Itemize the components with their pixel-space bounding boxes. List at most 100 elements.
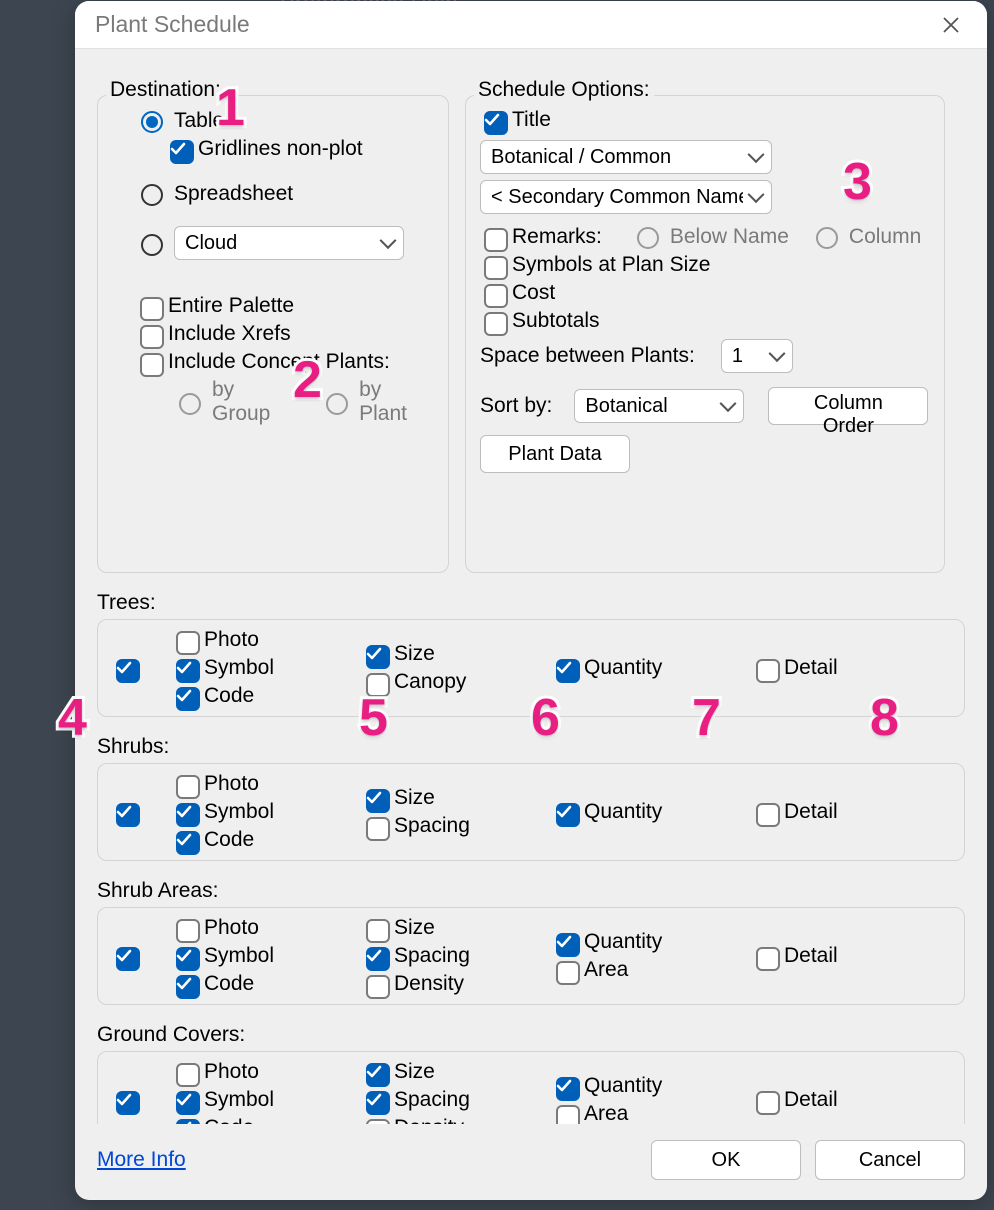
plant-data-button[interactable]: Plant Data: [480, 435, 630, 473]
trees-photo-label[interactable]: Photo: [204, 628, 259, 652]
trees-size-label[interactable]: Size: [394, 642, 435, 666]
shrubareas-detail-checkbox[interactable]: [756, 947, 780, 971]
gc-code-label[interactable]: Code: [204, 1116, 254, 1124]
gc-density-checkbox[interactable]: [366, 1119, 390, 1124]
cost-label[interactable]: Cost: [512, 281, 555, 305]
trees-quantity-label[interactable]: Quantity: [584, 656, 662, 680]
destination-spreadsheet-label[interactable]: Spreadsheet: [174, 182, 293, 206]
entire-palette-label[interactable]: Entire Palette: [168, 294, 294, 318]
trees-code-checkbox[interactable]: [176, 687, 200, 711]
shrubareas-code-label[interactable]: Code: [204, 972, 254, 996]
gc-density-label[interactable]: Density: [394, 1116, 464, 1124]
trees-enable-checkbox[interactable]: [116, 659, 140, 683]
gc-photo-checkbox[interactable]: [176, 1063, 200, 1087]
shrubareas-size-checkbox[interactable]: [366, 919, 390, 943]
gc-symbol-checkbox[interactable]: [176, 1091, 200, 1115]
cancel-button[interactable]: Cancel: [815, 1140, 965, 1180]
gc-quantity-label[interactable]: Quantity: [584, 1074, 662, 1098]
trees-detail-label[interactable]: Detail: [784, 656, 838, 680]
shrubareas-symbol-checkbox[interactable]: [176, 947, 200, 971]
shrubs-photo-label[interactable]: Photo: [204, 772, 259, 796]
trees-size-checkbox[interactable]: [366, 645, 390, 669]
title-checkbox[interactable]: [484, 111, 508, 135]
cost-checkbox[interactable]: [484, 284, 508, 308]
secondary-name-select[interactable]: < Secondary Common Name: [480, 180, 772, 214]
gc-area-checkbox[interactable]: [556, 1105, 580, 1124]
gc-quantity-checkbox[interactable]: [556, 1077, 580, 1101]
symbols-plan-label[interactable]: Symbols at Plan Size: [512, 253, 710, 277]
shrubs-code-label[interactable]: Code: [204, 828, 254, 852]
subtotals-checkbox[interactable]: [484, 312, 508, 336]
gc-code-checkbox[interactable]: [176, 1119, 200, 1124]
shrubareas-enable-checkbox[interactable]: [116, 947, 140, 971]
sort-by-select[interactable]: Botanical: [574, 389, 744, 423]
gc-photo-label[interactable]: Photo: [204, 1060, 259, 1084]
trees-quantity-checkbox[interactable]: [556, 659, 580, 683]
shrubs-size-checkbox[interactable]: [366, 789, 390, 813]
gridlines-label[interactable]: Gridlines non-plot: [198, 137, 363, 161]
shrubareas-code-checkbox[interactable]: [176, 975, 200, 999]
shrubareas-area-checkbox[interactable]: [556, 961, 580, 985]
shrubareas-size-label[interactable]: Size: [394, 916, 435, 940]
title-label[interactable]: Title: [512, 108, 551, 132]
trees-code-label[interactable]: Code: [204, 684, 254, 708]
shrubs-quantity-checkbox[interactable]: [556, 803, 580, 827]
shrubs-symbol-label[interactable]: Symbol: [204, 800, 274, 824]
gc-detail-label[interactable]: Detail: [784, 1088, 838, 1112]
remarks-checkbox[interactable]: [484, 228, 508, 252]
shrubareas-photo-label[interactable]: Photo: [204, 916, 259, 940]
remarks-label[interactable]: Remarks:: [512, 225, 602, 249]
include-concept-label[interactable]: Include Concept Plants:: [168, 350, 390, 374]
shrubs-enable-checkbox[interactable]: [116, 803, 140, 827]
include-xrefs-label[interactable]: Include Xrefs: [168, 322, 291, 346]
shrubs-quantity-label[interactable]: Quantity: [584, 800, 662, 824]
shrubareas-spacing-label[interactable]: Spacing: [394, 944, 470, 968]
gc-enable-checkbox[interactable]: [116, 1091, 140, 1115]
gc-symbol-label[interactable]: Symbol: [204, 1088, 274, 1112]
gc-size-label[interactable]: Size: [394, 1060, 435, 1084]
trees-symbol-checkbox[interactable]: [176, 659, 200, 683]
shrubareas-spacing-checkbox[interactable]: [366, 947, 390, 971]
shrubs-symbol-checkbox[interactable]: [176, 803, 200, 827]
ok-button[interactable]: OK: [651, 1140, 801, 1180]
shrubareas-photo-checkbox[interactable]: [176, 919, 200, 943]
shrubareas-symbol-label[interactable]: Symbol: [204, 944, 274, 968]
subtotals-label[interactable]: Subtotals: [512, 309, 600, 333]
shrubs-spacing-checkbox[interactable]: [366, 817, 390, 841]
trees-detail-checkbox[interactable]: [756, 659, 780, 683]
shrubs-detail-label[interactable]: Detail: [784, 800, 838, 824]
gc-size-checkbox[interactable]: [366, 1063, 390, 1087]
trees-canopy-checkbox[interactable]: [366, 673, 390, 697]
trees-photo-checkbox[interactable]: [176, 631, 200, 655]
include-xrefs-checkbox[interactable]: [140, 325, 164, 349]
trees-symbol-label[interactable]: Symbol: [204, 656, 274, 680]
destination-table-radio[interactable]: [141, 111, 163, 133]
more-info-link[interactable]: More Info: [97, 1148, 186, 1172]
column-order-button[interactable]: Column Order: [768, 387, 928, 425]
gc-detail-checkbox[interactable]: [756, 1091, 780, 1115]
shrubareas-quantity-checkbox[interactable]: [556, 933, 580, 957]
trees-canopy-label[interactable]: Canopy: [394, 670, 466, 694]
shrubareas-density-checkbox[interactable]: [366, 975, 390, 999]
cloud-select[interactable]: Cloud: [174, 226, 404, 260]
destination-cloud-radio[interactable]: [141, 234, 163, 256]
space-between-select[interactable]: 1: [721, 339, 793, 373]
destination-table-label[interactable]: Table: [174, 109, 224, 133]
shrubareas-area-label[interactable]: Area: [584, 958, 628, 982]
name-order-select[interactable]: Botanical / Common: [480, 140, 772, 174]
shrubs-size-label[interactable]: Size: [394, 786, 435, 810]
entire-palette-checkbox[interactable]: [140, 297, 164, 321]
shrubs-spacing-label[interactable]: Spacing: [394, 814, 470, 838]
shrubareas-detail-label[interactable]: Detail: [784, 944, 838, 968]
shrubs-photo-checkbox[interactable]: [176, 775, 200, 799]
destination-spreadsheet-radio[interactable]: [141, 184, 163, 206]
gc-area-label[interactable]: Area: [584, 1102, 628, 1124]
include-concept-checkbox[interactable]: [140, 353, 164, 377]
close-button[interactable]: [935, 9, 967, 41]
gc-spacing-label[interactable]: Spacing: [394, 1088, 470, 1112]
gc-spacing-checkbox[interactable]: [366, 1091, 390, 1115]
shrubs-detail-checkbox[interactable]: [756, 803, 780, 827]
shrubareas-density-label[interactable]: Density: [394, 972, 464, 996]
symbols-plan-checkbox[interactable]: [484, 256, 508, 280]
shrubs-code-checkbox[interactable]: [176, 831, 200, 855]
